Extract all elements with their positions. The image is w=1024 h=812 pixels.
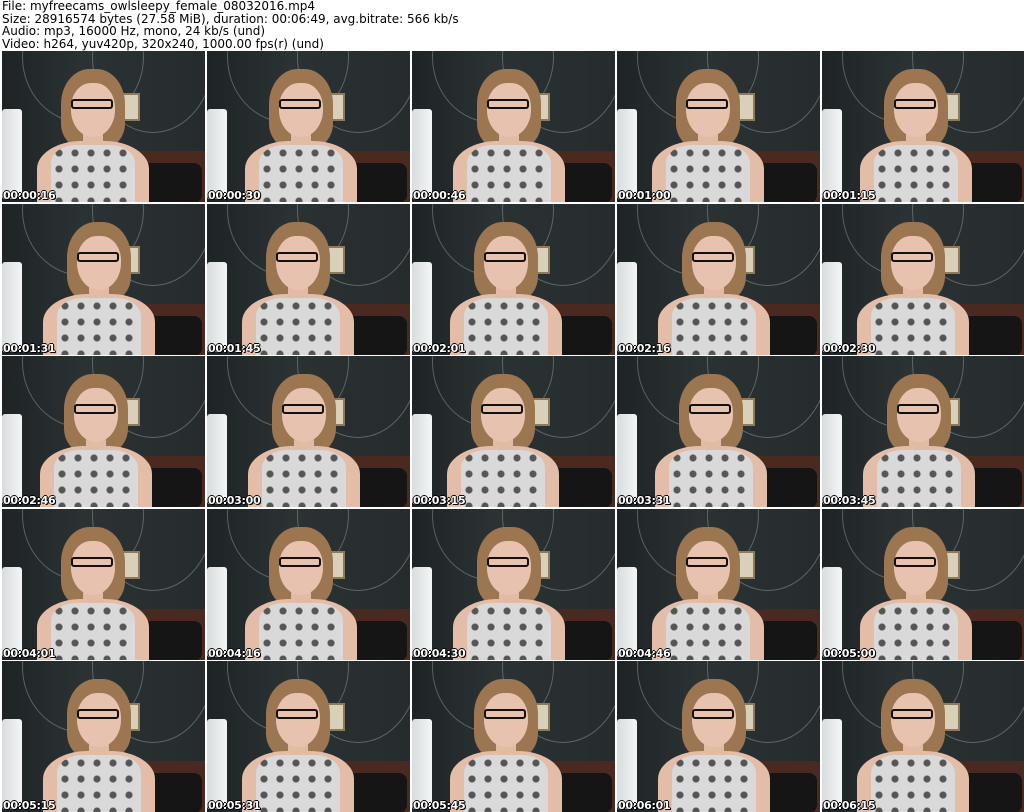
timestamp: 00:04:30 — [413, 646, 466, 660]
video-thumbnail: 00:01:45 — [207, 203, 410, 355]
timestamp: 00:00:30 — [208, 189, 261, 202]
file-name: File: myfreecams_owlsleepy_female_080320… — [2, 0, 316, 13]
timestamp: 00:02:30 — [823, 341, 876, 355]
timestamp: 00:03:15 — [413, 494, 466, 507]
timestamp: 00:02:16 — [618, 341, 671, 355]
person — [207, 509, 410, 660]
person — [620, 204, 820, 355]
timestamp: 00:02:01 — [413, 341, 466, 355]
timestamp: 00:05:45 — [413, 799, 466, 812]
timestamp: 00:02:46 — [3, 494, 56, 507]
person — [620, 661, 820, 812]
timestamp: 00:06:01 — [618, 799, 671, 812]
video-thumbnail: 00:04:01 — [2, 508, 205, 660]
video-thumbnail: 00:00:16 — [2, 51, 205, 202]
timestamp: 00:04:16 — [208, 646, 261, 660]
person — [617, 51, 817, 202]
timestamp: 00:01:45 — [208, 341, 261, 355]
timestamp: 00:01:15 — [823, 189, 876, 202]
video-thumbnail: 00:05:15 — [2, 661, 205, 812]
person — [210, 356, 410, 507]
video-thumbnail: 00:02:46 — [2, 356, 205, 507]
video-thumbnail: 00:05:31 — [207, 661, 410, 812]
timestamp: 00:05:00 — [823, 646, 876, 660]
video-thumbnail: 00:02:01 — [412, 203, 615, 355]
person — [822, 204, 1022, 355]
person — [822, 661, 1022, 812]
person — [412, 356, 612, 507]
video-thumbnail: 00:02:30 — [822, 203, 1024, 355]
person — [822, 51, 1024, 202]
person — [415, 51, 615, 202]
video-thumbnail: 00:00:30 — [207, 51, 410, 202]
person — [207, 661, 407, 812]
timestamp: 00:06:15 — [823, 799, 876, 812]
thumbnail-grid: 00:00:16 00:00:30 00:00:46 00:01:00 00:01:15… — [2, 51, 1024, 812]
person — [2, 51, 202, 202]
video-thumbnail: 00:00:46 — [412, 51, 615, 202]
person — [412, 661, 615, 812]
timestamp: 00:05:31 — [208, 799, 261, 812]
video-thumbnail: 00:04:46 — [617, 508, 820, 660]
video-thumbnail: 00:04:30 — [412, 508, 615, 660]
video-thumbnail: 00:03:15 — [412, 356, 615, 507]
person — [207, 51, 410, 202]
person — [415, 509, 615, 660]
timestamp: 00:01:31 — [3, 341, 56, 355]
video-info: Video: h264, yuv420p, 320x240, 1000.00 f… — [2, 36, 324, 51]
audio-info: Audio: mp3, 16000 Hz, mono, 24 kb/s (und… — [2, 24, 266, 38]
video-thumbnail: 00:05:00 — [822, 508, 1024, 660]
person — [5, 661, 205, 812]
timestamp: 00:04:01 — [3, 646, 56, 660]
person — [617, 356, 820, 507]
timestamp: 00:04:46 — [618, 646, 671, 660]
video-thumbnail: 00:01:00 — [617, 51, 820, 202]
video-thumbnail: 00:06:15 — [822, 661, 1024, 812]
video-thumbnail: 00:03:00 — [207, 356, 410, 507]
person — [2, 356, 205, 507]
video-thumbnail: 00:04:16 — [207, 508, 410, 660]
person — [412, 204, 615, 355]
timestamp: 00:03:31 — [618, 494, 671, 507]
video-thumbnail: 00:03:45 — [822, 356, 1024, 507]
video-thumbnail: 00:01:31 — [2, 203, 205, 355]
timestamp: 00:01:00 — [618, 189, 671, 202]
person — [207, 204, 407, 355]
timestamp: 00:03:45 — [823, 494, 876, 507]
timestamp: 00:00:16 — [3, 189, 56, 202]
video-thumbnail: 00:03:31 — [617, 356, 820, 507]
person — [5, 204, 205, 355]
person — [617, 509, 817, 660]
video-thumbnail: 00:06:01 — [617, 661, 820, 812]
timestamp: 00:03:00 — [208, 494, 261, 507]
file-info-header: File: myfreecams_owlsleepy_female_080320… — [2, 0, 459, 50]
video-thumbnail: 00:02:16 — [617, 203, 820, 355]
video-thumbnail: 00:05:45 — [412, 661, 615, 812]
person — [2, 509, 202, 660]
person — [825, 356, 1024, 507]
timestamp: 00:00:46 — [413, 189, 466, 202]
video-thumbnail: 00:01:15 — [822, 51, 1024, 202]
timestamp: 00:05:15 — [3, 799, 56, 812]
person — [822, 509, 1024, 660]
